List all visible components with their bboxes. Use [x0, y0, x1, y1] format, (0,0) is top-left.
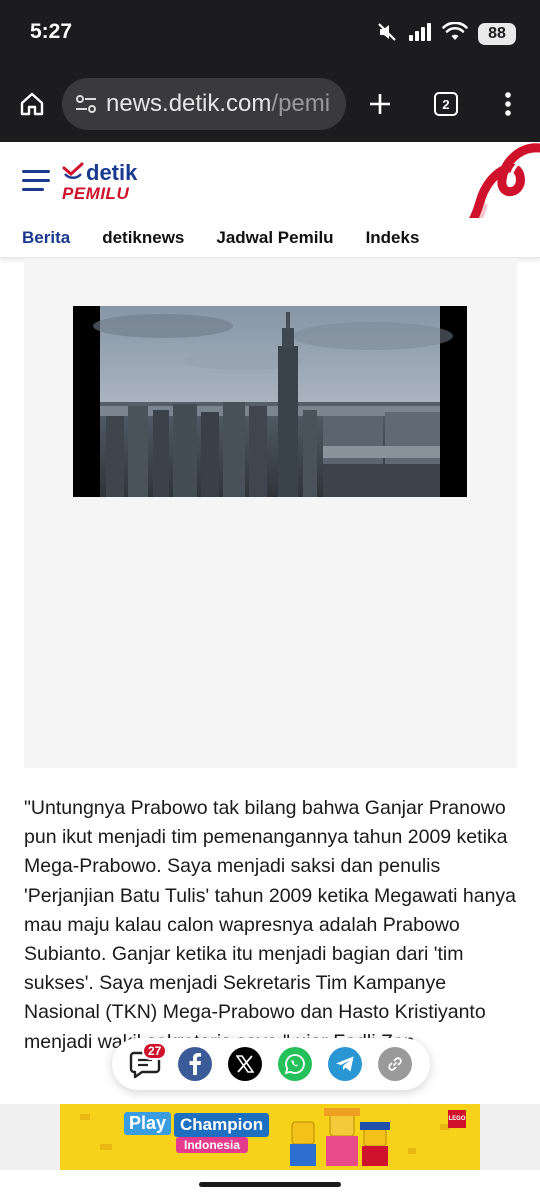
new-tab-icon[interactable]	[362, 86, 398, 122]
site-header: detik PEMILU	[0, 142, 540, 263]
url-path: /pemi	[271, 90, 331, 117]
battery-indicator: 88	[478, 23, 516, 45]
ad-banner[interactable]: Play Champion Indonesia LEGO	[60, 1104, 480, 1170]
video-player[interactable]	[73, 306, 467, 497]
home-icon[interactable]	[14, 86, 50, 122]
signal-icon	[408, 22, 432, 46]
more-menu-icon[interactable]	[490, 86, 526, 122]
checkmark-logo-icon	[62, 162, 84, 185]
nav-item-berita[interactable]: Berita	[22, 228, 70, 248]
ad-champion-label: Champion	[174, 1113, 270, 1137]
browser-toolbar: news.detik.com/pemi 2	[0, 66, 540, 142]
lego-figures-graphic	[290, 1108, 390, 1166]
ad-background-graphic	[80, 1108, 450, 1166]
share-bar: 27	[112, 1038, 430, 1090]
ad-strip: Play Champion Indonesia LEGO	[0, 1104, 540, 1170]
telegram-icon[interactable]	[328, 1047, 362, 1081]
article-paragraph: "Untungnya Prabowo tak bilang bahwa Ganj…	[24, 797, 517, 1053]
status-bar: 5:27 88	[0, 0, 540, 66]
logo-text: detik	[86, 160, 138, 185]
hamburger-menu-icon[interactable]	[22, 168, 50, 197]
ad-country-label: Indonesia	[176, 1137, 249, 1153]
nav-item-indeks[interactable]: Indeks	[366, 228, 420, 248]
wifi-icon	[442, 21, 468, 47]
tab-count: 2	[434, 92, 458, 116]
logo-subtext: PEMILU	[62, 184, 130, 203]
detik-pemilu-logo[interactable]: detik PEMILU	[62, 160, 137, 204]
site-settings-icon[interactable]	[74, 93, 98, 115]
category-nav: Berita detiknews Jadwal Pemilu Indeks	[0, 218, 540, 258]
facebook-icon[interactable]	[178, 1047, 212, 1081]
home-indicator[interactable]	[199, 1182, 341, 1187]
city-skyline-image	[93, 306, 453, 497]
tab-switcher-button[interactable]: 2	[428, 86, 464, 122]
nav-item-detiknews[interactable]: detiknews	[102, 228, 184, 248]
mute-icon	[376, 21, 398, 48]
url-text[interactable]: news.detik.com/pemi	[106, 90, 330, 118]
lego-logo: LEGO	[448, 1110, 466, 1128]
status-icons: 88	[376, 20, 516, 48]
nav-item-jadwal-pemilu[interactable]: Jadwal Pemilu	[216, 228, 333, 248]
address-bar[interactable]: news.detik.com/pemi	[62, 78, 346, 130]
whatsapp-icon[interactable]	[278, 1047, 312, 1081]
x-icon[interactable]	[228, 1047, 262, 1081]
comment-count-badge: 27	[142, 1042, 168, 1060]
status-time: 5:27	[30, 20, 73, 43]
url-host: news.detik.com	[106, 90, 272, 117]
link-icon[interactable]	[378, 1047, 412, 1081]
ad-play-label: Play	[124, 1112, 172, 1135]
